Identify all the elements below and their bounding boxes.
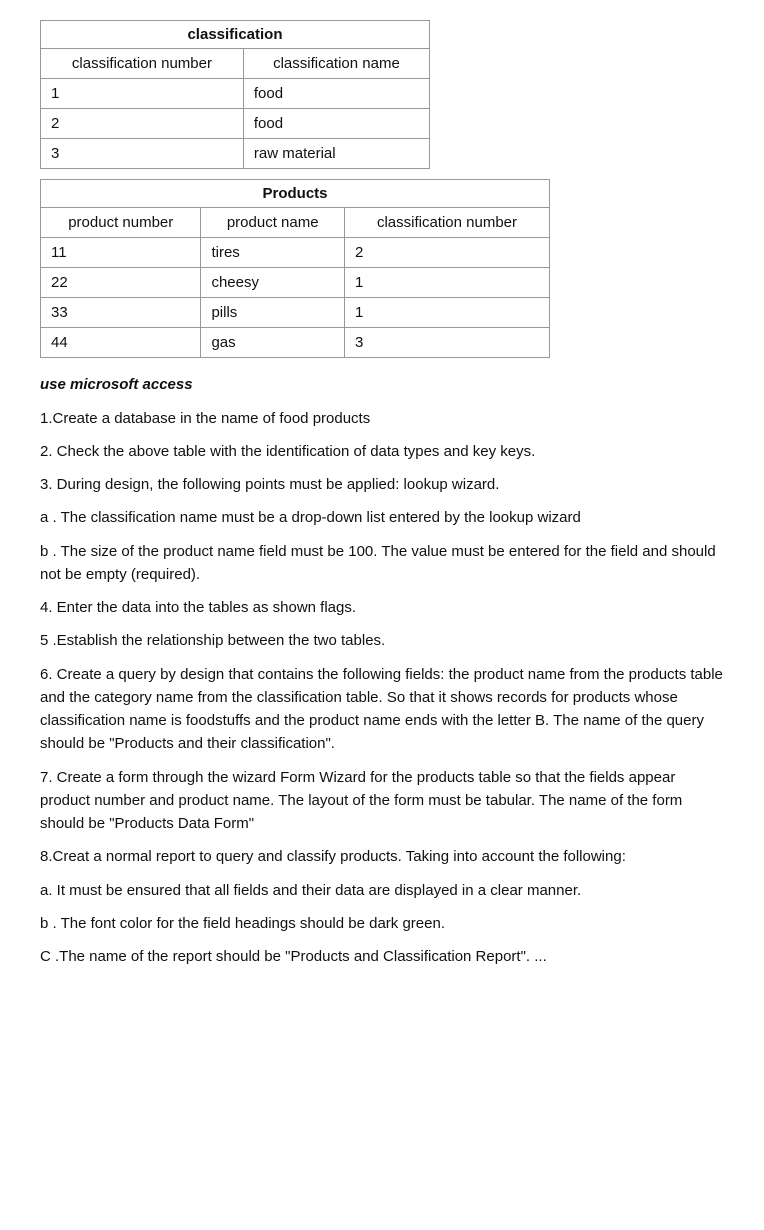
table-row: 11tires2 bbox=[41, 238, 550, 268]
table-cell: 33 bbox=[41, 298, 201, 328]
table-cell: 1 bbox=[344, 268, 549, 298]
table-row: 1food bbox=[41, 79, 430, 109]
table-cell: tires bbox=[201, 238, 345, 268]
instruction-item: a . The classification name must be a dr… bbox=[40, 506, 724, 529]
classification-col-number-header: classification number bbox=[41, 49, 244, 79]
instruction-item: 8.Creat a normal report to query and cla… bbox=[40, 845, 724, 868]
tables-section: classification classification number cla… bbox=[40, 20, 724, 358]
instruction-item: a. It must be ensured that all fields an… bbox=[40, 879, 724, 902]
classification-table-title: classification bbox=[41, 21, 430, 49]
table-cell: 22 bbox=[41, 268, 201, 298]
instruction-item: 4. Enter the data into the tables as sho… bbox=[40, 596, 724, 619]
table-cell: 3 bbox=[344, 328, 549, 358]
table-cell: pills bbox=[201, 298, 345, 328]
table-cell: gas bbox=[201, 328, 345, 358]
table-cell: 2 bbox=[344, 238, 549, 268]
table-cell: food bbox=[243, 79, 429, 109]
table-cell: 11 bbox=[41, 238, 201, 268]
table-cell: cheesy bbox=[201, 268, 345, 298]
products-col-number-header: product number bbox=[41, 208, 201, 238]
instructions-heading: use microsoft access bbox=[40, 374, 724, 397]
table-cell: 1 bbox=[344, 298, 549, 328]
classification-table: classification classification number cla… bbox=[40, 20, 430, 169]
instruction-item: 2. Check the above table with the identi… bbox=[40, 440, 724, 463]
table-cell: 3 bbox=[41, 139, 244, 169]
table-cell: raw material bbox=[243, 139, 429, 169]
instruction-item: b . The size of the product name field m… bbox=[40, 540, 724, 587]
table-cell: food bbox=[243, 109, 429, 139]
table-cell: 44 bbox=[41, 328, 201, 358]
table-row: 2food bbox=[41, 109, 430, 139]
products-table-title: Products bbox=[41, 180, 550, 208]
table-row: 22cheesy1 bbox=[41, 268, 550, 298]
instruction-item: 6. Create a query by design that contain… bbox=[40, 663, 724, 756]
classification-col-name-header: classification name bbox=[243, 49, 429, 79]
instruction-item: 1.Create a database in the name of food … bbox=[40, 407, 724, 430]
products-col-name-header: product name bbox=[201, 208, 345, 238]
products-table: Products product number product name cla… bbox=[40, 179, 550, 358]
products-col-classification-header: classification number bbox=[344, 208, 549, 238]
instruction-item: C .The name of the report should be "Pro… bbox=[40, 945, 724, 968]
table-row: 44gas3 bbox=[41, 328, 550, 358]
instruction-item: b . The font color for the field heading… bbox=[40, 912, 724, 935]
table-row: 33pills1 bbox=[41, 298, 550, 328]
instruction-item: 7. Create a form through the wizard Form… bbox=[40, 766, 724, 836]
table-row: 3raw material bbox=[41, 139, 430, 169]
instructions-section: use microsoft access 1.Create a database… bbox=[40, 374, 724, 968]
instruction-item: 3. During design, the following points m… bbox=[40, 473, 724, 496]
table-cell: 1 bbox=[41, 79, 244, 109]
table-cell: 2 bbox=[41, 109, 244, 139]
instruction-item: 5 .Establish the relationship between th… bbox=[40, 629, 724, 652]
